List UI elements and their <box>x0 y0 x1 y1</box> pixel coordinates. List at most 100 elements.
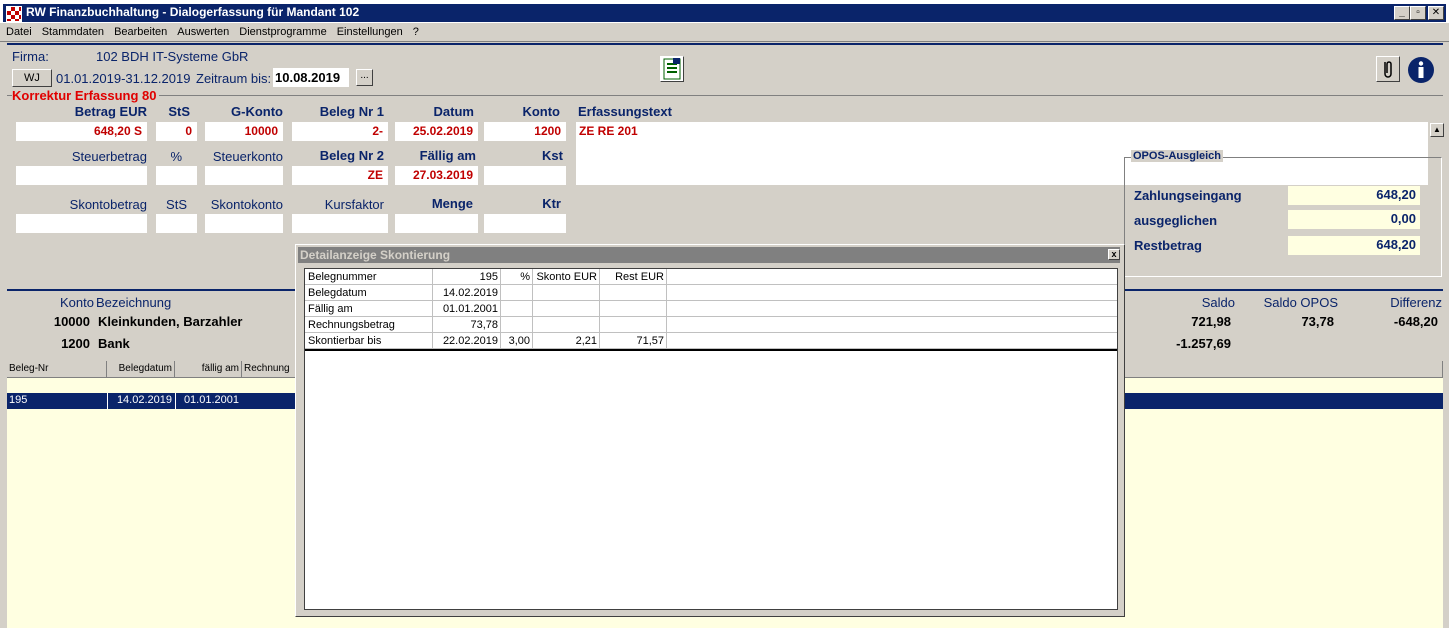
label-ktr: Ktr <box>542 196 561 211</box>
beleg1-field[interactable]: 2- <box>292 122 388 141</box>
label-steuerkonto: Steuerkonto <box>212 149 283 164</box>
sts-field[interactable]: 0 <box>156 122 197 141</box>
wj-button[interactable]: WJ <box>12 69 52 87</box>
dialog-skonto <box>533 301 600 317</box>
konto-row-1-saldo-opos: 73,78 <box>1238 312 1338 331</box>
dialog-label: Belegnummer <box>305 269 433 285</box>
opos-value-zahlungseingang[interactable]: 648,20 <box>1288 186 1420 205</box>
skontobetrag-field[interactable] <box>16 214 147 233</box>
close-button[interactable]: ✕ <box>1428 6 1444 20</box>
kursfaktor-field[interactable] <box>292 214 388 233</box>
menu-dienstprogramme[interactable]: Dienstprogramme <box>233 23 330 38</box>
skontokonto-field[interactable] <box>205 214 283 233</box>
label-datum: Datum <box>433 104 474 119</box>
dialog-label: Fällig am <box>305 301 433 317</box>
dialog-title: Detailanzeige Skontierung <box>298 247 1120 263</box>
dialog-rest <box>600 285 667 301</box>
label-faellig: Fällig am <box>419 148 476 163</box>
konto-row-2-konto: 1200 <box>26 334 94 353</box>
menu-help[interactable]: ? <box>407 23 423 38</box>
info-icon[interactable] <box>1407 56 1435 84</box>
grid-header-faellig[interactable]: fällig am <box>175 361 242 378</box>
kst-field[interactable] <box>484 166 566 185</box>
dialog-close-button[interactable]: x <box>1108 249 1120 260</box>
dialog-skonto <box>533 285 600 301</box>
dialog-rest: 71,57 <box>600 333 667 349</box>
konto-row-1-bezeichnung: Kleinkunden, Barzahler <box>96 312 296 331</box>
steuerkonto-field[interactable] <box>205 166 283 185</box>
dialog-pct: 3,00 <box>501 333 533 349</box>
faellig-field[interactable]: 27.03.2019 <box>395 166 478 185</box>
betrag-field[interactable]: 648,20 S <box>16 122 147 141</box>
document-icon[interactable] <box>660 56 684 82</box>
label-skontobetrag: Skontobetrag <box>69 197 147 212</box>
attachment-icon[interactable] <box>1376 56 1400 82</box>
restore-button[interactable]: ▫ <box>1410 6 1426 20</box>
dialog-skonto-header: Skonto EUR <box>533 269 600 285</box>
dialog-pct-header: % <box>501 269 533 285</box>
dialog-body: Belegnummer 195 % Skonto EUR Rest EUR Be… <box>304 268 1118 610</box>
app-icon[interactable] <box>6 6 22 22</box>
dialog-value: 01.01.2001 <box>433 301 501 317</box>
steuerprozent-field[interactable] <box>156 166 197 185</box>
label-konto: Konto <box>522 104 560 119</box>
opos-value-ausgeglichen[interactable]: 0,00 <box>1288 210 1420 229</box>
period-text: 01.01.2019-31.12.2019 <box>56 71 191 86</box>
section-title: Korrektur Erfassung 80 <box>12 88 159 103</box>
label-betrag: Betrag EUR <box>74 104 147 119</box>
opos-label-zahlungseingang: Zahlungseingang <box>1134 188 1242 203</box>
label-kst: Kst <box>542 148 563 163</box>
beleg2-field[interactable]: ZE <box>292 166 388 185</box>
konto-field[interactable]: 1200 <box>484 122 566 141</box>
opos-label-ausgeglichen: ausgeglichen <box>1134 213 1218 228</box>
table-row: Skontierbar bis 22.02.2019 3,00 2,21 71,… <box>305 333 1117 349</box>
scroll-up-icon[interactable]: ▲ <box>1430 123 1444 137</box>
menu-datei[interactable]: Datei <box>0 23 36 38</box>
konto-row-2-bezeichnung: Bank <box>96 334 296 353</box>
label-beleg1: Beleg Nr 1 <box>319 104 384 119</box>
label-gkonto: G-Konto <box>231 104 283 119</box>
menge-field[interactable] <box>395 214 478 233</box>
firma-label: Firma: <box>12 49 49 64</box>
label-beleg2: Beleg Nr 2 <box>319 148 384 163</box>
grid-header-belegdatum[interactable]: Belegdatum <box>107 361 175 378</box>
table-row: Rechnungsbetrag 73,78 <box>305 317 1117 333</box>
saldo-opos-column-header: Saldo OPOS <box>1263 295 1338 310</box>
dialog-label: Skontierbar bis <box>305 333 433 349</box>
title-bar: RW Finanzbuchhaltung - Dialogerfassung f… <box>0 0 1449 23</box>
dialog-value: 14.02.2019 <box>433 285 501 301</box>
konto-row-1-konto: 10000 <box>26 312 94 331</box>
saldo-column-header: Saldo <box>1201 295 1235 310</box>
konto-row-1-differenz: -648,20 <box>1342 312 1442 331</box>
dialog-skonto <box>533 317 600 333</box>
skontierung-dialog: Detailanzeige Skontierung x Belegnummer … <box>295 244 1125 617</box>
ktr-field[interactable] <box>484 214 566 233</box>
dialog-rest <box>600 317 667 333</box>
zeitraum-picker-button[interactable]: ... <box>356 69 373 86</box>
datum-field[interactable]: 25.02.2019 <box>395 122 478 141</box>
steuerbetrag-field[interactable] <box>16 166 147 185</box>
label-kursfaktor: Kursfaktor <box>324 197 384 212</box>
menu-bearbeiten[interactable]: Bearbeiten <box>108 23 171 38</box>
label-skonto-sts: StS <box>166 197 187 212</box>
zeitraum-input[interactable]: 10.08.2019 <box>273 68 349 87</box>
label-erfassungstext: Erfassungstext <box>578 104 672 119</box>
opos-value-restbetrag[interactable]: 648,20 <box>1288 236 1420 255</box>
table-row: Fällig am 01.01.2001 <box>305 301 1117 317</box>
gkonto-field[interactable]: 10000 <box>205 122 283 141</box>
grid-header-belegnr[interactable]: Beleg-Nr <box>7 361 107 378</box>
grid-cell-faellig: 01.01.2001 <box>175 393 242 409</box>
label-sts: StS <box>168 104 190 119</box>
menu-stammdaten[interactable]: Stammdaten <box>36 23 108 38</box>
minimize-button[interactable]: _ <box>1394 6 1410 20</box>
menu-auswerten[interactable]: Auswerten <box>171 23 233 38</box>
dialog-pct <box>501 285 533 301</box>
menu-einstellungen[interactable]: Einstellungen <box>331 23 407 38</box>
table-row: Belegnummer 195 % Skonto EUR Rest EUR <box>305 269 1117 285</box>
skonto-sts-field[interactable] <box>156 214 197 233</box>
konto-row-2-differenz <box>1342 334 1442 353</box>
label-menge: Menge <box>431 196 473 211</box>
dialog-value: 22.02.2019 <box>433 333 501 349</box>
firma-value: 102 BDH IT-Systeme GbR <box>96 49 249 64</box>
opos-title: OPOS-Ausgleich <box>1131 150 1224 162</box>
